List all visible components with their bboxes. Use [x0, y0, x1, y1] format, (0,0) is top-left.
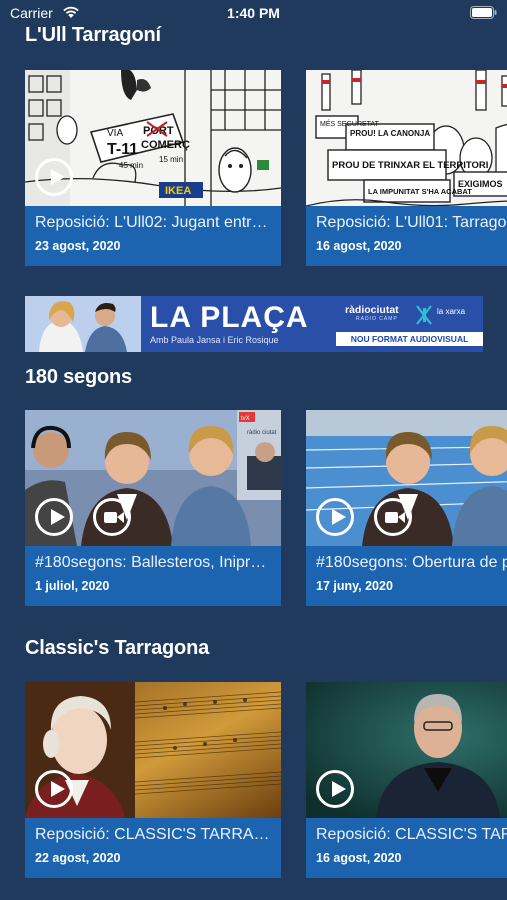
section-title-180-segons: 180 segons	[25, 366, 132, 388]
radio-ciutat-logo: ràdiociutat	[345, 304, 399, 316]
svg-text:T-11: T-11	[107, 141, 138, 158]
play-icon[interactable]	[35, 498, 73, 536]
card-title: #180segons: Obertura de piscines	[316, 554, 507, 571]
video-card[interactable]: Reposició: CLASSIC'S TARRAGONA 16 agost,…	[306, 682, 507, 878]
svg-text:PROU DE TRINXAR EL TERRITORI: PROU DE TRINXAR EL TERRITORI	[332, 160, 488, 171]
svg-text:COMERÇ: COMERÇ	[141, 139, 190, 151]
card-date: 1 juliol, 2020	[35, 579, 110, 593]
svg-text:VIA: VIA	[107, 128, 123, 139]
banner-title: LA PLAÇA	[150, 301, 309, 334]
video-card[interactable]: Reposició: CLASSIC'S TARRAGONA 22 agost,…	[25, 682, 281, 878]
svg-text:IKEA: IKEA	[165, 185, 191, 197]
la-placa-banner[interactable]: LA PLAÇA Amb Paula Jansa i Eric Rosique …	[25, 296, 483, 352]
svg-text:45 min: 45 min	[119, 161, 143, 170]
svg-text:tvX: tvX	[241, 416, 250, 422]
radio-ciutat-sub: RADIO CAMP	[356, 316, 398, 322]
la-xarxa-logo: la xarxa	[437, 307, 466, 316]
video-card[interactable]: VIA T-11 PORT COMERÇ 45 min 15 min IKEA …	[25, 70, 281, 266]
play-icon[interactable]	[35, 158, 73, 196]
card-title: Reposició: CLASSIC'S TARRAGONA	[316, 826, 507, 843]
play-icon[interactable]	[316, 498, 354, 536]
video-camera-icon[interactable]	[93, 498, 131, 536]
svg-text:EXIGIMOS: EXIGIMOS	[458, 179, 503, 189]
svg-text:MÉS SEGURETAT: MÉS SEGURETAT	[320, 119, 380, 128]
card-title: #180segons: Ballesteros, Iniprogress	[35, 554, 275, 571]
card-date: 22 agost, 2020	[35, 851, 121, 865]
section-title-lull-tarragoni: L'Ull Tarragoní	[25, 24, 161, 46]
battery-icon	[470, 6, 497, 19]
play-icon[interactable]	[35, 770, 73, 808]
section-title-classics-tarragona: Classic's Tarragona	[25, 637, 210, 659]
video-camera-icon[interactable]	[374, 498, 412, 536]
svg-text:15 min: 15 min	[159, 155, 183, 164]
carousel-lull-tarragoni[interactable]: VIA T-11 PORT COMERÇ 45 min 15 min IKEA …	[0, 70, 507, 270]
card-title: Reposició: L'Ull02: Jugant entre cartron…	[35, 214, 275, 231]
status-time: 1:40 PM	[227, 5, 280, 21]
svg-text:LA IMPUNITAT S'HA ACABAT: LA IMPUNITAT S'HA ACABAT	[368, 187, 472, 196]
banner-subtitle: Amb Paula Jansa i Eric Rosique	[150, 335, 279, 345]
play-icon[interactable]	[316, 770, 354, 808]
card-title: Reposició: L'Ull01: Tarragona	[316, 214, 507, 231]
video-card[interactable]: tvX ràdio ciutat #180segons: Ballesteros…	[25, 410, 281, 606]
video-card[interactable]: #180segons: Obertura de piscines 17 juny…	[306, 410, 507, 606]
card-date: 16 agost, 2020	[316, 239, 402, 253]
carousel-180-segons[interactable]: tvX ràdio ciutat #180segons: Ballesteros…	[0, 410, 507, 610]
card-date: 17 juny, 2020	[316, 579, 393, 593]
banner-tagline: NOU FORMAT AUDIOVISUAL	[336, 332, 483, 346]
card-date: 16 agost, 2020	[316, 851, 402, 865]
card-title: Reposició: CLASSIC'S TARRAGONA	[35, 826, 275, 843]
video-card[interactable]: MÉS SEGURETAT PROU! LA CANONJA PROU DE T…	[306, 70, 507, 266]
svg-text:PROU! LA CANONJA: PROU! LA CANONJA	[350, 129, 430, 138]
carousel-classics-tarragona[interactable]: Reposició: CLASSIC'S TARRAGONA 22 agost,…	[0, 682, 507, 882]
status-bar: Carrier 1:40 PM	[0, 0, 507, 26]
card-thumbnail: MÉS SEGURETAT PROU! LA CANONJA PROU DE T…	[306, 70, 507, 206]
svg-text:ràdio ciutat: ràdio ciutat	[247, 430, 277, 436]
card-date: 23 agost, 2020	[35, 239, 121, 253]
